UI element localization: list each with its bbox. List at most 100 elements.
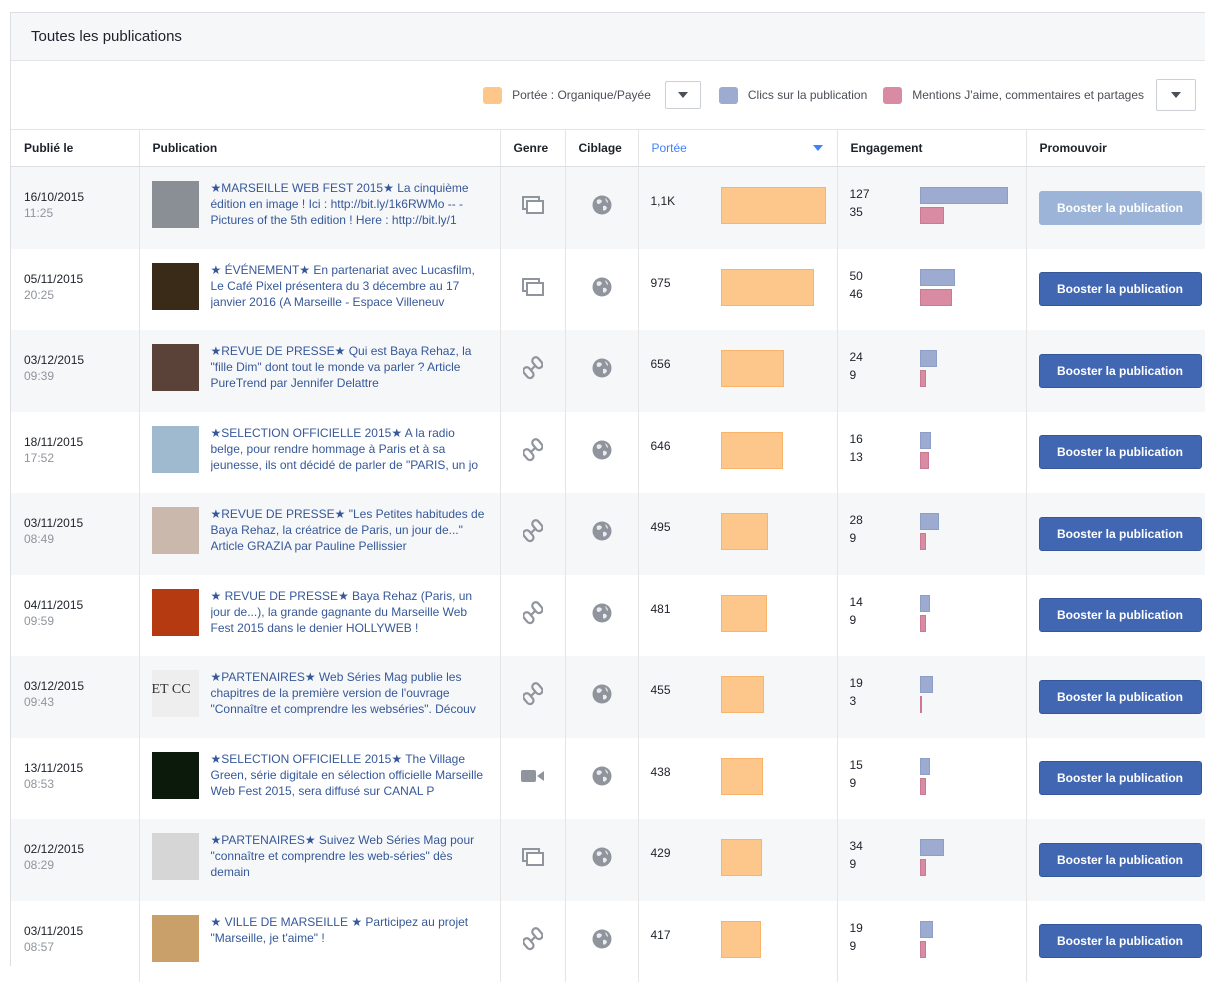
cell-reach: 481: [638, 575, 837, 657]
post-thumbnail[interactable]: [152, 589, 199, 636]
boost-post-button[interactable]: Booster la publication: [1039, 761, 1202, 795]
post-thumbnail[interactable]: [152, 752, 199, 799]
publish-time: 08:53: [24, 776, 139, 792]
legend-bar: Portée : Organique/Payée Clics sur la pu…: [11, 61, 1205, 130]
cell-post: ★ VILLE DE MARSEILLE ★ Participez au pro…: [139, 901, 500, 982]
cell-post: ★SELECTION OFFICIELLE 2015★ The Village …: [139, 738, 500, 820]
link-icon: [523, 927, 543, 956]
cell-type: [500, 249, 565, 331]
cell-reach: 656: [638, 330, 837, 412]
reach-value: 455: [651, 683, 721, 713]
boost-post-button[interactable]: Booster la publication: [1039, 924, 1202, 958]
clicks-bar: [920, 432, 931, 449]
reach-bar: [721, 269, 814, 306]
reach-bar: [721, 758, 763, 795]
table-row: 13/11/2015 08:53 ★SELECTION OFFICIELLE 2…: [11, 738, 1205, 820]
publish-datetime: 03/12/2015 09:43: [11, 656, 139, 710]
post-text-link[interactable]: ★REVUE DE PRESSE★ "Les Petites habitudes…: [211, 506, 488, 554]
post-text-link[interactable]: ★REVUE DE PRESSE★ Qui est Baya Rehaz, la…: [211, 343, 488, 391]
globe-icon: [592, 847, 612, 872]
clicks-bar: [920, 595, 930, 612]
cell-type: [500, 493, 565, 575]
link-icon: [523, 682, 543, 711]
col-targeting[interactable]: Ciblage: [565, 130, 638, 167]
cell-post: ★ ÉVÉNEMENT★ En partenariat avec Lucasfi…: [139, 249, 500, 331]
publish-time: 11:25: [24, 205, 139, 221]
album-icon: [522, 196, 544, 219]
likes-value: 9: [850, 529, 920, 547]
cell-engagement: 50 46: [837, 249, 1026, 331]
post-thumbnail[interactable]: [152, 915, 199, 962]
publish-date: 03/12/2015: [24, 678, 139, 694]
col-engagement[interactable]: Engagement: [837, 130, 1026, 167]
boost-post-button[interactable]: Booster la publication: [1039, 435, 1202, 469]
cell-post: ★ REVUE DE PRESSE★ Baya Rehaz (Paris, un…: [139, 575, 500, 657]
boost-post-button[interactable]: Booster la publication: [1039, 843, 1202, 877]
boost-post-button[interactable]: Booster la publication: [1039, 272, 1202, 306]
boost-post-button[interactable]: Booster la publication: [1039, 354, 1202, 388]
clicks-value: 16: [850, 430, 920, 448]
post-thumbnail[interactable]: [152, 426, 199, 473]
link-icon: [523, 601, 543, 630]
cell-engagement: 24 9: [837, 330, 1026, 412]
boost-post-button[interactable]: Booster la publication: [1039, 191, 1202, 225]
cell-post: ★PARTENAIRES★ Suivez Web Séries Mag pour…: [139, 819, 500, 901]
cell-published: 05/11/2015 20:25: [11, 249, 139, 331]
cell-post: ★MARSEILLE WEB FEST 2015★ La cinquième é…: [139, 167, 500, 249]
boost-post-button[interactable]: Booster la publication: [1039, 598, 1202, 632]
post-thumbnail[interactable]: [152, 833, 199, 880]
post-thumbnail[interactable]: ET CC: [152, 670, 199, 717]
col-type[interactable]: Genre: [500, 130, 565, 167]
reach-bar: [721, 513, 768, 550]
boost-post-button[interactable]: Booster la publication: [1039, 680, 1202, 714]
chevron-down-icon: [678, 92, 688, 98]
post-thumbnail[interactable]: [152, 181, 199, 228]
globe-icon: [592, 766, 612, 791]
post-text-link[interactable]: ★PARTENAIRES★ Suivez Web Séries Mag pour…: [211, 832, 488, 880]
globe-icon: [592, 929, 612, 954]
publish-datetime: 18/11/2015 17:52: [11, 412, 139, 466]
post-text-link[interactable]: ★SELECTION OFFICIELLE 2015★ The Village …: [211, 751, 488, 799]
col-published[interactable]: Publié le: [11, 130, 139, 167]
post-text-link[interactable]: ★ REVUE DE PRESSE★ Baya Rehaz (Paris, un…: [211, 588, 488, 636]
publish-datetime: 03/12/2015 09:39: [11, 330, 139, 384]
post-text-link[interactable]: ★MARSEILLE WEB FEST 2015★ La cinquième é…: [211, 180, 488, 228]
engagement-dropdown[interactable]: [1156, 79, 1196, 111]
col-reach[interactable]: Portée: [638, 130, 837, 167]
likes-bar: [920, 289, 952, 306]
post-text-link[interactable]: ★PARTENAIRES★ Web Séries Mag publie les …: [211, 669, 488, 717]
publish-datetime: 03/11/2015 08:49: [11, 493, 139, 547]
reach-dropdown[interactable]: [665, 81, 701, 109]
publish-time: 20:25: [24, 287, 139, 303]
cell-targeting: [565, 656, 638, 738]
post-thumbnail[interactable]: [152, 344, 199, 391]
post-thumbnail[interactable]: [152, 507, 199, 554]
post-text-link[interactable]: ★ ÉVÉNEMENT★ En partenariat avec Lucasfi…: [211, 262, 488, 310]
cell-reach: 455: [638, 656, 837, 738]
cell-post: ★REVUE DE PRESSE★ Qui est Baya Rehaz, la…: [139, 330, 500, 412]
table-row: 04/11/2015 09:59 ★ REVUE DE PRESSE★ Baya…: [11, 575, 1205, 657]
cell-engagement: 127 35: [837, 167, 1026, 249]
post-text-link[interactable]: ★SELECTION OFFICIELLE 2015★ A la radio b…: [211, 425, 488, 473]
boost-post-button[interactable]: Booster la publication: [1039, 517, 1202, 551]
post-text-link[interactable]: ★ VILLE DE MARSEILLE ★ Participez au pro…: [211, 914, 488, 962]
likes-bar: [920, 207, 944, 224]
post-thumbnail[interactable]: [152, 263, 199, 310]
likes-value: 9: [850, 774, 920, 792]
col-post[interactable]: Publication: [139, 130, 500, 167]
cell-engagement: 14 9: [837, 575, 1026, 657]
table-row: 02/12/2015 08:29 ★PARTENAIRES★ Suivez We…: [11, 819, 1205, 901]
cell-targeting: [565, 738, 638, 820]
likes-bar: [920, 696, 922, 713]
cell-promote: Booster la publication: [1026, 575, 1205, 657]
cell-targeting: [565, 330, 638, 412]
table-row: 03/11/2015 08:57 ★ VILLE DE MARSEILLE ★ …: [11, 901, 1205, 982]
legend-clicks: Clics sur la publication: [719, 87, 867, 104]
cell-type: [500, 738, 565, 820]
globe-icon: [592, 440, 612, 465]
globe-icon: [592, 684, 612, 709]
cell-reach: 438: [638, 738, 837, 820]
cell-published: 16/10/2015 11:25: [11, 167, 139, 249]
cell-targeting: [565, 412, 638, 494]
cell-reach: 1,1K: [638, 167, 837, 249]
